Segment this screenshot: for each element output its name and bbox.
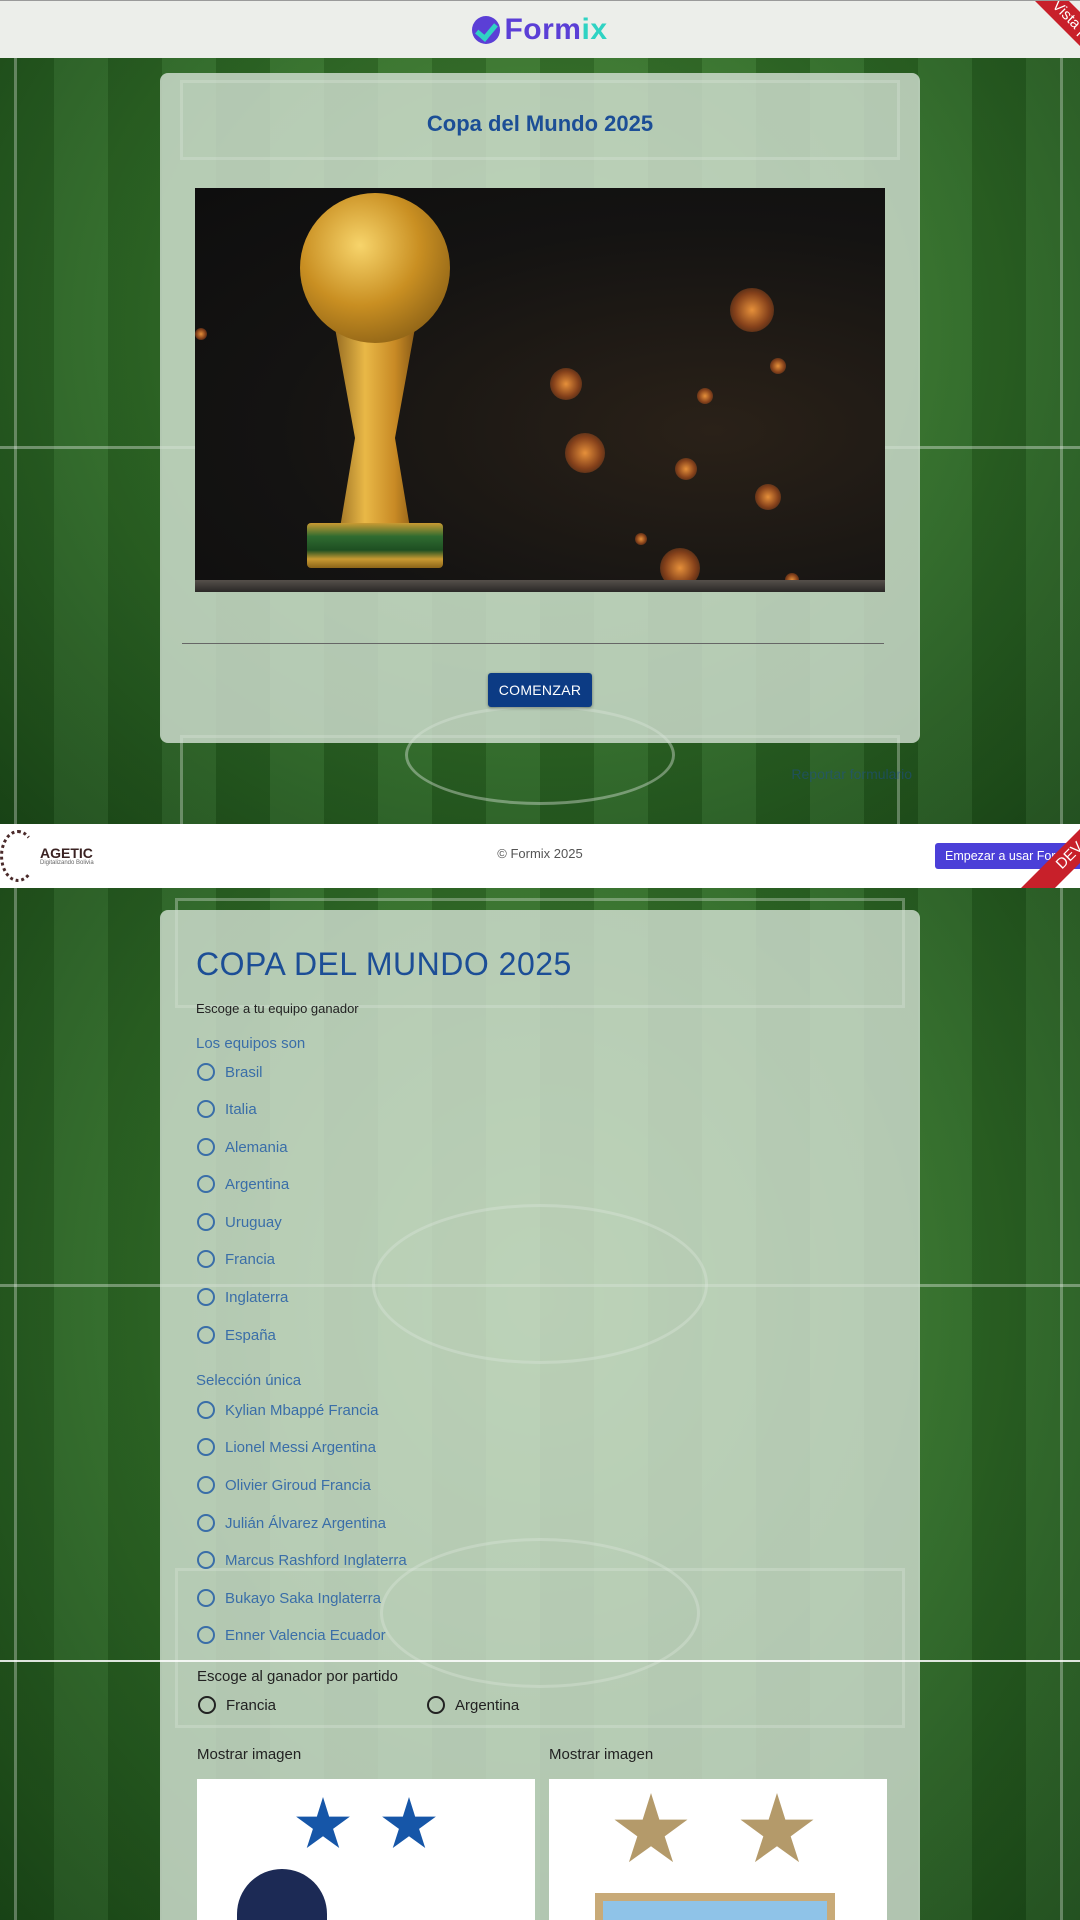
radio-button[interactable] (197, 1138, 215, 1156)
star-icon (296, 1797, 350, 1848)
option-label: Lionel Messi Argentina (225, 1438, 376, 1456)
option-alvarez[interactable]: Julián Álvarez Argentina (197, 1512, 386, 1534)
rooster-emblem (237, 1869, 327, 1920)
divider (182, 643, 884, 644)
option-label: Francia (225, 1250, 276, 1268)
radio-button[interactable] (197, 1063, 215, 1081)
option-espana[interactable]: España (197, 1324, 276, 1346)
radio-button[interactable] (197, 1326, 215, 1344)
option-uruguay[interactable]: Uruguay (197, 1211, 282, 1233)
start-button[interactable]: COMENZAR (488, 673, 592, 707)
option-label: Brasil (225, 1063, 263, 1081)
option-label: Marcus Rashford Inglaterra (225, 1551, 407, 1569)
radio-button[interactable] (197, 1100, 215, 1118)
option-label: Olivier Giroud Francia (225, 1476, 371, 1494)
option-alemania[interactable]: Alemania (197, 1136, 288, 1158)
radio-button[interactable] (197, 1401, 215, 1419)
option-argentina[interactable]: Argentina (197, 1173, 289, 1195)
radio-button[interactable] (197, 1250, 215, 1268)
radio-button[interactable] (197, 1213, 215, 1231)
option-label: Italia (225, 1100, 257, 1118)
option-italia[interactable]: Italia (197, 1098, 257, 1120)
radio-button[interactable] (197, 1514, 215, 1532)
option-match-francia[interactable]: Francia (198, 1696, 276, 1714)
option-francia[interactable]: Francia (197, 1248, 275, 1270)
option-match-argentina[interactable]: Argentina (427, 1696, 519, 1714)
show-image-toggle-right[interactable]: Mostrar imagen (549, 1746, 653, 1763)
option-label: España (225, 1326, 276, 1344)
option-label: Uruguay (225, 1213, 282, 1231)
radio-button[interactable] (197, 1551, 215, 1569)
option-messi[interactable]: Lionel Messi Argentina (197, 1436, 376, 1458)
radio-button[interactable] (197, 1175, 215, 1193)
option-label: Julián Álvarez Argentina (225, 1514, 386, 1532)
france-crest-image (197, 1779, 535, 1920)
argentina-crest-image (549, 1779, 887, 1920)
form-description: Escoge a tu equipo ganador (196, 1001, 359, 1016)
radio-button[interactable] (197, 1288, 215, 1306)
world-cup-trophy-image (195, 188, 885, 592)
question-label-teams: Los equipos son (196, 1035, 306, 1052)
preview-ribbon: Vista previa (1016, 1, 1080, 58)
option-label: Inglaterra (225, 1288, 289, 1306)
radio-button[interactable] (197, 1476, 215, 1494)
section-separator (0, 1660, 1080, 1662)
radio-button[interactable] (197, 1626, 215, 1644)
option-label: Bukayo Saka Inglaterra (225, 1589, 381, 1607)
intro-title: Copa del Mundo 2025 (426, 111, 654, 136)
radio-button[interactable] (197, 1589, 215, 1607)
option-label: Alemania (225, 1138, 288, 1156)
crest-band (595, 1893, 835, 1920)
option-label: Argentina (225, 1175, 290, 1193)
footer-copyright: © Formix 2025 (497, 846, 583, 861)
report-form-link[interactable]: Reportar formulario (791, 766, 912, 782)
app-header: Formix Vista previa (0, 0, 1080, 58)
show-image-toggle-left[interactable]: Mostrar imagen (197, 1746, 301, 1763)
form-card: COPA DEL MUNDO 2025 Escoge a tu equipo g… (160, 910, 920, 1920)
option-label: Kylian Mbappé Francia (225, 1401, 379, 1419)
option-valencia[interactable]: Enner Valencia Ecuador (197, 1624, 386, 1646)
star-icon (614, 1793, 688, 1863)
option-mbappe[interactable]: Kylian Mbappé Francia (197, 1399, 378, 1421)
option-saka[interactable]: Bukayo Saka Inglaterra (197, 1587, 381, 1609)
option-brasil[interactable]: Brasil (197, 1061, 263, 1083)
star-icon (382, 1797, 436, 1848)
option-label: Argentina (455, 1696, 520, 1714)
intro-card: Copa del Mundo 2025 COMENZAR (160, 73, 920, 743)
question-label-match-winner: Escoge al ganador por partido (197, 1668, 398, 1685)
formix-logo: Formix (472, 13, 607, 47)
logo-text-accent: ix (581, 12, 608, 46)
star-icon (740, 1793, 814, 1863)
option-label: Francia (226, 1696, 277, 1714)
option-giroud[interactable]: Olivier Giroud Francia (197, 1474, 371, 1496)
radio-button[interactable] (198, 1696, 216, 1714)
option-label: Enner Valencia Ecuador (225, 1626, 386, 1644)
question-label-single-choice: Selección única (196, 1372, 302, 1389)
option-rashford[interactable]: Marcus Rashford Inglaterra (197, 1549, 407, 1571)
radio-button[interactable] (427, 1696, 445, 1714)
footer: AGETIC Digitalizando Bolivia © Formix 20… (0, 824, 1080, 888)
form-title: COPA DEL MUNDO 2025 (196, 946, 572, 982)
logo-text: Form (504, 12, 582, 46)
option-inglaterra[interactable]: Inglaterra (197, 1286, 288, 1308)
radio-button[interactable] (197, 1438, 215, 1456)
check-logo-icon (472, 15, 501, 44)
